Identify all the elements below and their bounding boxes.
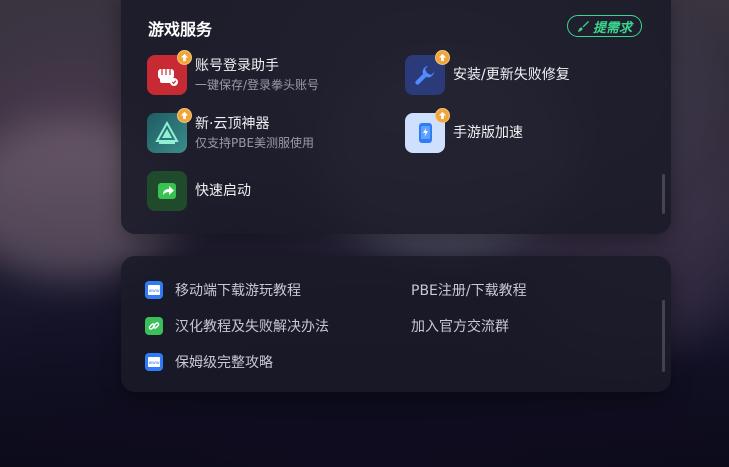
update-arrow-icon bbox=[177, 50, 192, 65]
web-icon: www bbox=[145, 353, 163, 371]
service-name: 新·云顶神器 bbox=[195, 116, 270, 132]
update-arrow-icon bbox=[435, 50, 450, 65]
service-subtitle: 一键保存/登录拳头账号 bbox=[195, 78, 320, 92]
service-name: 账号登录助手 bbox=[195, 58, 279, 74]
svg-text:www: www bbox=[148, 361, 159, 366]
scrollbar[interactable] bbox=[662, 174, 665, 214]
svg-text:www: www bbox=[148, 289, 159, 294]
service-name: 手游版加速 bbox=[453, 125, 523, 141]
wrench-icon bbox=[405, 50, 450, 95]
link-label: 移动端下载游玩教程 bbox=[175, 283, 301, 299]
service-subtitle: 仅支持PBE美测服使用 bbox=[195, 136, 315, 150]
link-join-group[interactable]: 加入官方交流群 bbox=[411, 316, 509, 336]
link-label: PBE注册/下载教程 bbox=[411, 283, 527, 299]
update-arrow-icon bbox=[435, 108, 450, 123]
scrollbar[interactable] bbox=[662, 300, 665, 372]
service-name: 快速启动 bbox=[195, 183, 251, 199]
update-arrow-icon bbox=[177, 108, 192, 123]
link-icon bbox=[145, 317, 163, 335]
service-tft-tool[interactable]: 新·云顶神器 仅支持PBE美测服使用 bbox=[147, 108, 315, 153]
service-mobile-boost[interactable]: 手游版加速 bbox=[405, 108, 523, 153]
link-mobile-tutorial[interactable]: www 移动端下载游玩教程 bbox=[145, 280, 301, 300]
fist-icon bbox=[147, 50, 192, 95]
tft-icon bbox=[147, 108, 192, 153]
service-quick-launch[interactable]: 快速启动 bbox=[147, 171, 251, 211]
brush-icon bbox=[577, 20, 590, 32]
tutorials-panel: www 移动端下载游玩教程 PBE注册/下载教程 汉化教程及失败解决办法 加入官… bbox=[121, 256, 671, 392]
panel-title: 游戏服务 bbox=[148, 20, 213, 39]
game-services-panel: 游戏服务 提需求 账号登录助手 一键保存/登录拳头账号 安装/更新失败修复 新·… bbox=[121, 0, 671, 234]
link-full-guide[interactable]: www 保姆级完整攻略 bbox=[145, 352, 273, 372]
request-feature-button[interactable]: 提需求 bbox=[567, 15, 642, 37]
service-install-repair[interactable]: 安装/更新失败修复 bbox=[405, 50, 570, 95]
web-icon: www bbox=[145, 281, 163, 299]
launch-icon bbox=[147, 171, 187, 211]
link-label: 保姆级完整攻略 bbox=[175, 355, 273, 371]
service-name: 安装/更新失败修复 bbox=[453, 67, 570, 83]
link-pbe-tutorial[interactable]: PBE注册/下载教程 bbox=[411, 280, 527, 300]
link-localization-tutorial[interactable]: 汉化教程及失败解决办法 bbox=[145, 316, 329, 336]
link-label: 加入官方交流群 bbox=[411, 319, 509, 335]
service-account-login[interactable]: 账号登录助手 一键保存/登录拳头账号 bbox=[147, 50, 320, 95]
request-feature-label: 提需求 bbox=[592, 20, 632, 36]
phone-icon bbox=[405, 108, 450, 153]
link-label: 汉化教程及失败解决办法 bbox=[175, 319, 329, 335]
